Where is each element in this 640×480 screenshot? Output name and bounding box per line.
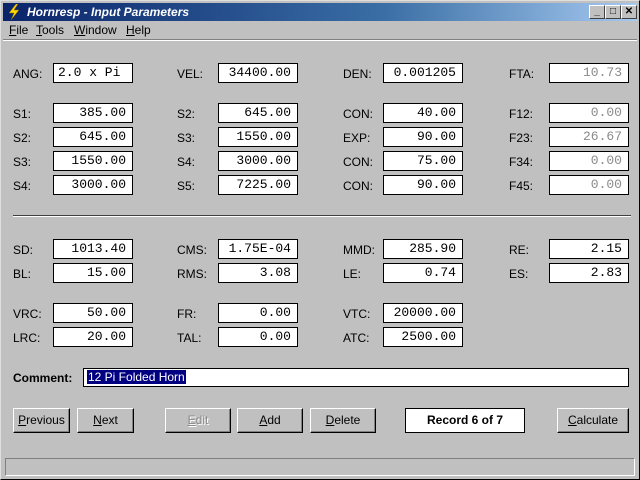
- s4-field[interactable]: 3000.00: [53, 175, 133, 195]
- den-label: DEN:: [343, 67, 372, 81]
- comment-text: 12 Pi Folded Horn: [87, 370, 186, 384]
- vrc-field[interactable]: 50.00: [53, 303, 133, 323]
- fr-label: FR:: [177, 307, 197, 321]
- fta-field: 10.73: [549, 63, 629, 83]
- bl-field[interactable]: 15.00: [53, 263, 133, 283]
- f34-label: F34:: [509, 155, 534, 169]
- s3b-field[interactable]: 1550.00: [218, 127, 298, 147]
- atc-field[interactable]: 2500.00: [383, 327, 463, 347]
- f12-field: 0.00: [549, 103, 629, 123]
- window-title: Hornresp - Input Parameters: [27, 5, 190, 19]
- title-bar[interactable]: Hornresp - Input Parameters _ □ ✕: [3, 3, 637, 21]
- f12-label: F12:: [509, 107, 534, 121]
- record-indicator: Record 6 of 7: [405, 408, 525, 433]
- comment-input[interactable]: 12 Pi Folded Horn: [83, 368, 629, 387]
- fta-label: FTA:: [509, 67, 535, 81]
- con3-field[interactable]: 90.00: [383, 175, 463, 195]
- s1-label: S1:: [13, 107, 32, 121]
- con1-field[interactable]: 40.00: [383, 103, 463, 123]
- calculate-button[interactable]: Calculate: [557, 408, 629, 433]
- con3-label: CON:: [343, 179, 373, 193]
- es-label: ES:: [509, 267, 529, 281]
- menu-file[interactable]: File: [9, 23, 28, 37]
- main-window: Hornresp - Input Parameters _ □ ✕ File T…: [0, 0, 640, 480]
- re-field[interactable]: 2.15: [549, 239, 629, 259]
- lrc-field[interactable]: 20.00: [53, 327, 133, 347]
- add-button[interactable]: Add: [237, 408, 303, 433]
- s2-label: S2:: [13, 131, 32, 145]
- s5-label: S5:: [177, 179, 196, 193]
- next-button[interactable]: Next: [77, 408, 134, 433]
- exp-field[interactable]: 90.00: [383, 127, 463, 147]
- s2b-field[interactable]: 645.00: [218, 103, 298, 123]
- minimize-button[interactable]: _: [589, 5, 605, 19]
- sd-label: SD:: [13, 243, 34, 257]
- delete-button[interactable]: Delete: [310, 408, 376, 433]
- es-field[interactable]: 2.83: [549, 263, 629, 283]
- le-field[interactable]: 0.74: [383, 263, 463, 283]
- s3b-label: S3:: [177, 131, 196, 145]
- ang-field[interactable]: 2.0 x Pi: [53, 63, 133, 83]
- maximize-button[interactable]: □: [605, 5, 621, 19]
- menu-help[interactable]: Help: [126, 23, 151, 37]
- vtc-label: VTC:: [343, 307, 371, 321]
- f34-field: 0.00: [549, 151, 629, 171]
- vtc-field[interactable]: 20000.00: [383, 303, 463, 323]
- previous-button[interactable]: Previous: [13, 408, 70, 433]
- menu-tools[interactable]: Tools: [36, 23, 64, 37]
- atc-label: ATC:: [343, 331, 370, 345]
- vel-label: VEL:: [177, 67, 204, 81]
- cms-label: CMS:: [177, 243, 207, 257]
- s3-field[interactable]: 1550.00: [53, 151, 133, 171]
- mmd-field[interactable]: 285.90: [383, 239, 463, 259]
- s2-field[interactable]: 645.00: [53, 127, 133, 147]
- s1-field[interactable]: 385.00: [53, 103, 133, 123]
- edit-button[interactable]: Edit: [165, 408, 231, 433]
- vel-field[interactable]: 34400.00: [218, 63, 298, 83]
- s5-field[interactable]: 7225.00: [218, 175, 298, 195]
- f45-label: F45:: [509, 179, 534, 193]
- s4-label: S4:: [13, 179, 32, 193]
- tal-label: TAL:: [177, 331, 202, 345]
- section-divider: [13, 215, 631, 217]
- sd-field[interactable]: 1013.40: [53, 239, 133, 259]
- re-label: RE:: [509, 243, 530, 257]
- status-bar: [5, 458, 635, 476]
- exp-label: EXP:: [343, 131, 371, 145]
- menu-bar: File Tools Window Help: [3, 22, 637, 40]
- ang-label: ANG:: [13, 67, 43, 81]
- vrc-label: VRC:: [13, 307, 42, 321]
- rms-field[interactable]: 3.08: [218, 263, 298, 283]
- menu-window[interactable]: Window: [74, 23, 117, 37]
- comment-label: Comment:: [13, 371, 73, 385]
- bl-label: BL:: [13, 267, 32, 281]
- f45-field: 0.00: [549, 175, 629, 195]
- lrc-label: LRC:: [13, 331, 41, 345]
- s4b-label: S4:: [177, 155, 196, 169]
- con1-label: CON:: [343, 107, 373, 121]
- con2-field[interactable]: 75.00: [383, 151, 463, 171]
- f23-label: F23:: [509, 131, 534, 145]
- fr-field[interactable]: 0.00: [218, 303, 298, 323]
- f23-field: 26.67: [549, 127, 629, 147]
- menu-separator: [3, 39, 637, 41]
- lightning-icon: [8, 4, 20, 20]
- close-button[interactable]: ✕: [621, 5, 637, 19]
- s3-label: S3:: [13, 155, 32, 169]
- con2-label: CON:: [343, 155, 373, 169]
- s4b-field[interactable]: 3000.00: [218, 151, 298, 171]
- s2b-label: S2:: [177, 107, 196, 121]
- rms-label: RMS:: [177, 267, 207, 281]
- cms-field[interactable]: 1.75E-04: [218, 239, 298, 259]
- le-label: LE:: [343, 267, 362, 281]
- den-field[interactable]: 0.001205: [383, 63, 463, 83]
- tal-field[interactable]: 0.00: [218, 327, 298, 347]
- mmd-label: MMD:: [343, 243, 375, 257]
